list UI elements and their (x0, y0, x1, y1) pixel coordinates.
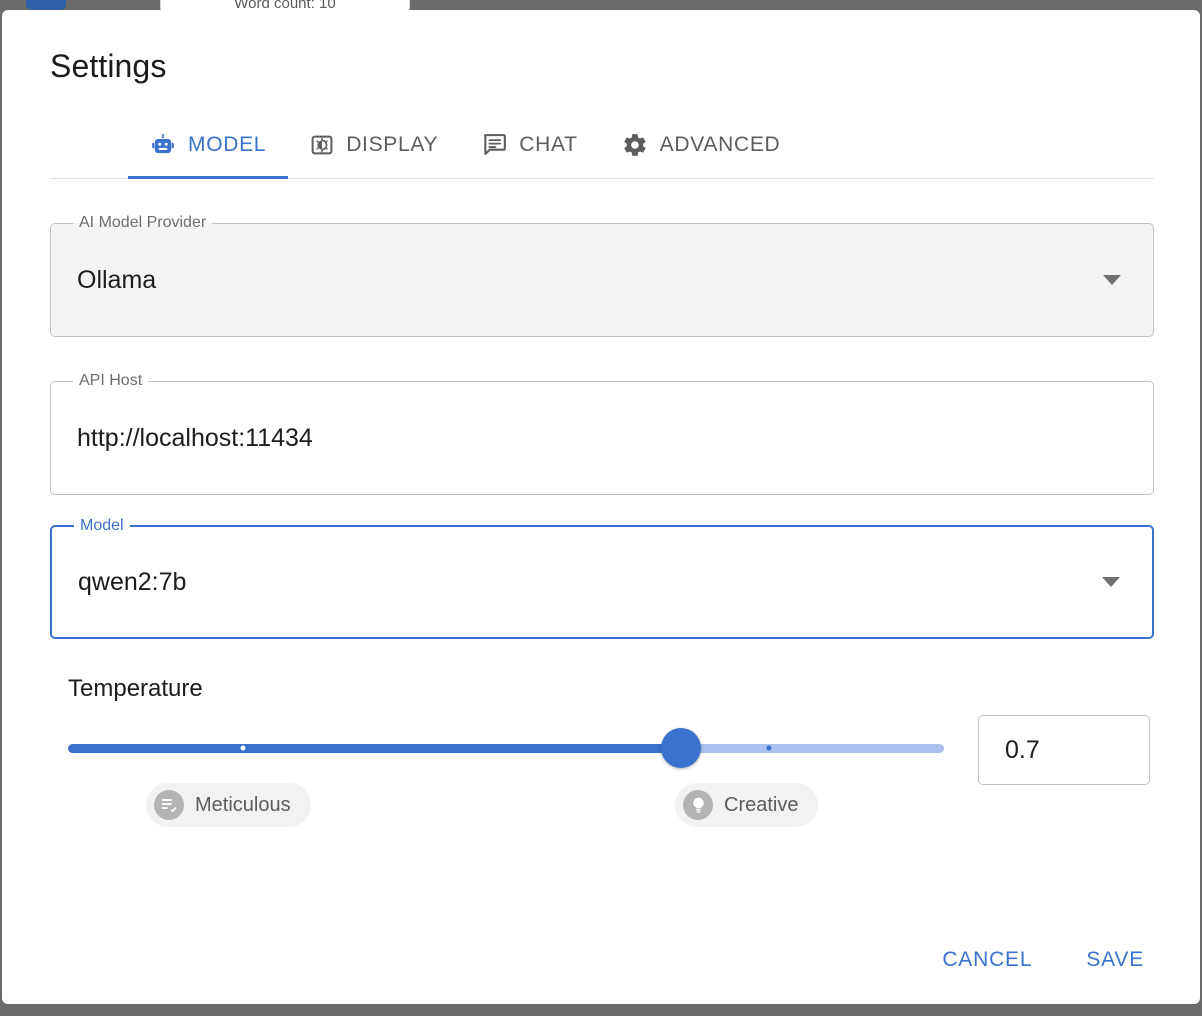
gear-icon (622, 132, 648, 158)
model-label: Model (74, 518, 130, 534)
lightbulb-icon (683, 790, 713, 820)
cancel-button[interactable]: CANCEL (932, 940, 1042, 980)
tab-strip: MODEL DISPLAY CHAT ADVANCED (50, 113, 1154, 179)
temperature-presets: Meticulous Creative (68, 783, 944, 833)
temperature-section: Temperature Meticulous Creative 0.7 (50, 675, 1154, 833)
slider-area: Meticulous Creative (68, 728, 978, 833)
slider-tick-high (766, 745, 772, 751)
page-title: Settings (50, 48, 167, 84)
robot-icon (150, 132, 176, 158)
temperature-slider-row: Meticulous Creative 0.7 (68, 715, 1154, 833)
chat-bubble-icon (482, 132, 507, 157)
slider-tick-low (240, 745, 246, 751)
dialog-actions: CANCEL SAVE (932, 940, 1154, 980)
chip-meticulous-label: Meticulous (195, 793, 291, 816)
api-host-input[interactable]: API Host http://localhost:11434 (50, 373, 1154, 495)
background-blue-chip (26, 0, 66, 10)
model-select[interactable]: Model qwen2:7b (50, 518, 1154, 639)
chip-meticulous[interactable]: Meticulous (146, 783, 311, 827)
settings-form: AI Model Provider Ollama API Host http:/… (2, 215, 1200, 833)
tab-chat-label: CHAT (519, 132, 578, 156)
tab-model-label: MODEL (188, 132, 267, 156)
tab-model[interactable]: MODEL (128, 113, 289, 179)
provider-label: AI Model Provider (73, 215, 213, 231)
chevron-down-icon[interactable] (1102, 577, 1120, 587)
slider-thumb[interactable] (661, 728, 702, 768)
brightness-icon (310, 133, 334, 157)
chip-creative[interactable]: Creative (675, 783, 819, 827)
api-host-value: http://localhost:11434 (77, 423, 313, 452)
tab-chat[interactable]: CHAT (460, 113, 599, 179)
rule-checklist-icon (154, 790, 184, 820)
temperature-label: Temperature (68, 675, 203, 702)
slider-fill (68, 743, 682, 753)
temperature-slider[interactable] (68, 728, 944, 768)
temperature-value-input[interactable]: 0.7 (978, 715, 1150, 785)
temperature-value: 0.7 (1005, 735, 1040, 764)
api-host-label: API Host (73, 373, 149, 389)
tab-display[interactable]: DISPLAY (288, 113, 460, 179)
chevron-down-icon[interactable] (1103, 275, 1121, 285)
provider-select[interactable]: AI Model Provider Ollama (50, 215, 1154, 337)
tab-advanced[interactable]: ADVANCED (600, 113, 803, 179)
provider-value: Ollama (77, 265, 157, 294)
tab-display-label: DISPLAY (346, 132, 439, 156)
model-value: qwen2:7b (78, 567, 187, 596)
save-button[interactable]: SAVE (1076, 940, 1154, 980)
chip-creative-label: Creative (724, 793, 799, 816)
slider-track[interactable] (68, 743, 944, 753)
tab-advanced-label: ADVANCED (659, 132, 781, 156)
settings-dialog: Settings MODEL DISPLAY CHAT ADVANCED AI … (2, 10, 1200, 1004)
